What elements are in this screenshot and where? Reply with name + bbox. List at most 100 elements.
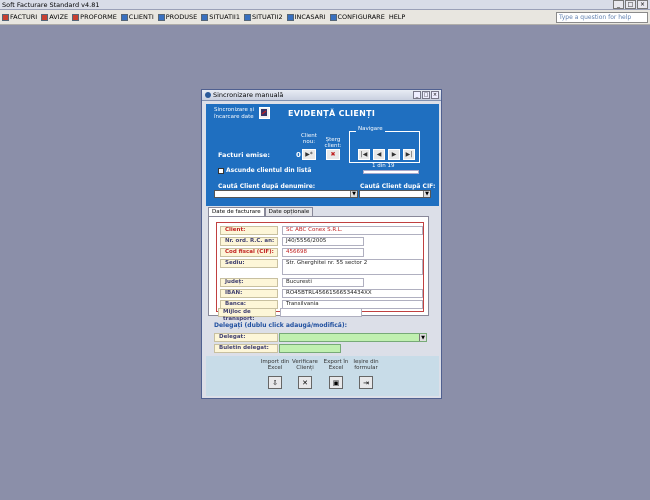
sediu-input[interactable]: Str. Gherghitei nr. 55 sector 2 — [282, 259, 423, 275]
facturi-icon — [2, 13, 9, 21]
delete-client-button[interactable]: ✖ — [326, 149, 340, 160]
menu-label: CLIENTI — [128, 13, 154, 21]
buletin-label: Buletin delegat: — [214, 344, 278, 353]
client-name-input[interactable]: SC ABC Conex S.R.L. — [282, 226, 423, 235]
field-iban: IBAN: RO45BTRL45661566534434XX — [220, 289, 423, 298]
field-label: Județ: — [220, 278, 278, 287]
field-nr-rc: Nr. ord. R.C. an: J40/5556/2005 — [220, 237, 364, 246]
menu-clienti[interactable]: CLIENTI — [120, 13, 154, 21]
configurare-icon — [329, 13, 337, 21]
menu-produse[interactable]: PRODUSE — [157, 13, 198, 21]
verificare-clienti-button[interactable]: ✕ — [298, 376, 312, 389]
clients-dialog: Sincronizare manuală _ □ × Sincronizare … — [201, 89, 442, 399]
exit-icon: ⇥ — [363, 378, 369, 387]
chevron-down-icon[interactable]: ▼ — [419, 334, 426, 341]
field-label: Nr. ord. R.C. an: — [220, 237, 278, 246]
close-button[interactable]: × — [637, 0, 648, 9]
next-icon: ▶ — [391, 151, 397, 158]
client-nou-label: Client nou: — [301, 133, 317, 145]
new-client-button[interactable]: ▶* — [302, 149, 316, 160]
dialog-minimize-button[interactable]: _ — [413, 91, 421, 99]
menu-avize[interactable]: AVIZE — [41, 13, 68, 21]
buletin-input[interactable] — [279, 344, 341, 353]
delegat-combo[interactable]: ▼ — [279, 333, 427, 342]
situatii2-icon — [243, 13, 251, 21]
menu-situatii1[interactable]: SITUATII1 — [201, 13, 240, 21]
nav-first-button[interactable]: |◀ — [358, 149, 370, 160]
menu-label: PROFORME — [80, 13, 117, 21]
export-icon: ▣ — [332, 378, 340, 387]
delete-record-icon: ✖ — [330, 151, 336, 158]
iban-input[interactable]: RO45BTRL45661566534434XX — [282, 289, 423, 298]
chevron-down-icon[interactable]: ▼ — [423, 191, 430, 197]
last-icon: ▶| — [405, 151, 413, 158]
nav-next-button[interactable]: ▶ — [388, 149, 400, 160]
field-label: Cod fiscal (CIF): — [220, 248, 278, 257]
menu-situatii2[interactable]: SITUATII2 — [243, 13, 283, 21]
field-judet: Județ: Bucuresti — [220, 278, 364, 287]
menu-proforme[interactable]: PROFORME — [72, 13, 117, 21]
help-search-input[interactable]: Type a question for help — [556, 12, 648, 23]
menu-help[interactable]: HELP — [389, 13, 406, 21]
nav-prev-button[interactable]: ◀ — [373, 149, 385, 160]
menu-configurare[interactable]: CONFIGURARE — [329, 13, 385, 21]
avize-icon — [41, 13, 49, 21]
field-transport: Mijloc de transport: — [218, 308, 362, 322]
first-icon: |◀ — [360, 151, 368, 158]
search-name-combo[interactable]: ▼ — [214, 190, 358, 198]
record-scrollbar[interactable] — [363, 170, 419, 174]
app-icon — [205, 92, 211, 98]
judet-input[interactable]: Bucuresti — [282, 278, 364, 287]
prev-icon: ◀ — [376, 151, 382, 158]
exit-form-button[interactable]: ⇥ — [359, 376, 373, 389]
menu-facturi[interactable]: FACTURI — [2, 13, 37, 21]
menu-label: PRODUSE — [165, 13, 198, 21]
proforme-icon — [72, 13, 80, 21]
iesire-label: Ieșire din formular — [353, 359, 379, 371]
chevron-down-icon[interactable]: ▼ — [350, 191, 357, 197]
minimize-button[interactable]: _ — [613, 0, 624, 9]
search-cif-label: Caută Client după CIF: — [360, 183, 436, 190]
sync-icon — [261, 109, 267, 116]
field-label: Mijloc de transport: — [218, 308, 276, 322]
import-label: Import din Excel — [260, 359, 290, 371]
nr-rc-input[interactable]: J40/5556/2005 — [282, 237, 364, 246]
search-cif-combo[interactable]: ▼ — [359, 190, 431, 198]
nav-last-button[interactable]: ▶| — [403, 149, 415, 160]
dialog-controls: _ □ × — [413, 91, 439, 99]
header-panel: Sincronizare și încarcare date EVIDENȚĂ … — [206, 104, 439, 206]
import-excel-button[interactable]: ⇩ — [268, 376, 282, 389]
verificare-label: Verificare Clienți — [292, 359, 318, 371]
sterg-client-label: Șterg client: — [324, 137, 342, 149]
menu-label: INCASARI — [294, 13, 326, 21]
tools-icon: ✕ — [302, 378, 308, 387]
export-excel-button[interactable]: ▣ — [329, 376, 343, 389]
menu-label: AVIZE — [49, 13, 69, 21]
cif-input[interactable]: 456698 — [282, 248, 364, 257]
dialog-close-button[interactable]: × — [431, 91, 439, 99]
window-titlebar: Soft Facturare Standard v4.81 _ □ × — [0, 0, 650, 10]
field-label: IBAN: — [220, 289, 278, 298]
delegat-label: Delegat: — [214, 333, 278, 342]
tab-panel: Client: SC ABC Conex S.R.L. Nr. ord. R.C… — [208, 216, 429, 316]
navigation-label: Navigare — [356, 126, 385, 132]
delegati-title: Delegați (dublu click adaugă/modifică): — [214, 322, 347, 329]
dialog-maximize-button[interactable]: □ — [422, 91, 430, 99]
footer-toolbar: Import din Excel Verificare Clienți Expo… — [206, 356, 439, 396]
sync-label: Sincronizare și încarcare date — [214, 107, 254, 120]
dialog-title: Sincronizare manuală — [213, 91, 284, 99]
menu-label: SITUATII2 — [251, 13, 283, 21]
menu-incasari[interactable]: INCASARI — [286, 13, 326, 21]
facturi-label: Facturi emise: — [218, 151, 271, 159]
menu-label: HELP — [388, 13, 406, 21]
maximize-button[interactable]: □ — [625, 0, 636, 9]
sync-button[interactable] — [259, 107, 270, 119]
hide-client-checkbox[interactable]: Ascunde clientul din listă — [218, 167, 311, 174]
checkbox-box[interactable] — [218, 167, 224, 174]
import-icon: ⇩ — [272, 378, 278, 387]
transport-input[interactable] — [280, 308, 362, 317]
produse-icon — [157, 13, 165, 21]
menu-label: SITUATII1 — [209, 13, 240, 21]
field-sediu: Sediu: Str. Gherghitei nr. 55 sector 2 — [220, 259, 423, 275]
facturi-count: 0 — [296, 151, 301, 159]
